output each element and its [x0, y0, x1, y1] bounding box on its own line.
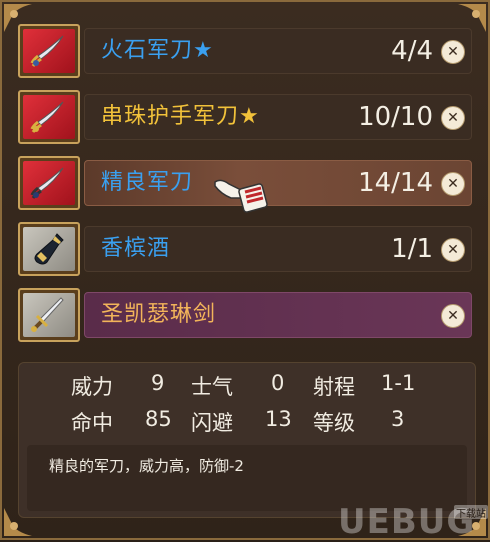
saber-icon: [23, 161, 75, 205]
range-value: 1-1: [381, 371, 416, 395]
item-row-flint-saber[interactable]: 火石军刀★ 4/4 ✕: [18, 24, 476, 78]
close-icon[interactable]: ✕: [441, 172, 465, 196]
range-label: 射程: [313, 375, 355, 399]
item-description: 精良的军刀，威力高，防御-2: [49, 457, 244, 475]
level-label: 等级: [313, 411, 355, 435]
close-icon[interactable]: ✕: [441, 304, 465, 328]
item-row-st-catherine-sword[interactable]: 圣凯瑟琳剑 ✕: [18, 288, 476, 342]
item-icon-frame: [18, 24, 80, 78]
power-label: 威力: [71, 375, 113, 399]
item-count: 14/14: [358, 168, 433, 198]
item-count: 1/1: [391, 234, 433, 264]
item-icon-frame: [18, 288, 80, 342]
item-count: 10/10: [358, 102, 433, 132]
close-icon[interactable]: ✕: [441, 238, 465, 262]
sword-icon: [23, 293, 75, 337]
item-name: 精良军刀: [101, 170, 194, 195]
item-name: 串珠护手军刀★: [101, 104, 260, 129]
level-value: 3: [391, 407, 405, 431]
hit-label: 命中: [71, 411, 113, 435]
item-stats-panel: 威力 9 士气 0 射程 1-1 命中 85 闪避 13 等级 3 精良的军刀，…: [18, 362, 476, 518]
morale-value: 0: [271, 371, 285, 395]
close-icon[interactable]: ✕: [441, 106, 465, 130]
item-name: 火石军刀★: [101, 38, 214, 63]
item-icon-frame: [18, 156, 80, 210]
hit-value: 85: [145, 407, 172, 431]
dodge-label: 闪避: [191, 411, 233, 435]
stats-row-2: 命中 85 闪避 13 等级 3: [19, 407, 477, 439]
item-name: 圣凯瑟琳剑: [101, 302, 217, 327]
item-bar: 香槟酒 1/1 ✕: [84, 226, 472, 272]
watermark-tag: 下载站: [454, 505, 488, 520]
item-name: 香槟酒: [101, 236, 171, 261]
hand-pointer-icon: [213, 172, 271, 216]
item-list-panel: 火石军刀★ 4/4 ✕ 串珠护手军刀★ 10/10 ✕ 精良军刀 14/14 ✕: [0, 0, 490, 542]
bottle-icon: [23, 227, 75, 271]
dodge-value: 13: [265, 407, 292, 431]
item-row-champagne[interactable]: 香槟酒 1/1 ✕: [18, 222, 476, 276]
item-icon-frame: [18, 90, 80, 144]
saber-icon: [23, 29, 75, 73]
stats-row-1: 威力 9 士气 0 射程 1-1: [19, 371, 477, 403]
close-icon[interactable]: ✕: [441, 40, 465, 64]
item-bar: 火石军刀★ 4/4 ✕: [84, 28, 472, 74]
morale-label: 士气: [191, 375, 233, 399]
item-count: 4/4: [391, 36, 433, 66]
item-row-beaded-saber[interactable]: 串珠护手军刀★ 10/10 ✕: [18, 90, 476, 144]
power-value: 9: [151, 371, 165, 395]
item-bar: 圣凯瑟琳剑 ✕: [84, 292, 472, 338]
item-bar-selected: 精良军刀 14/14 ✕: [84, 160, 472, 206]
item-bar: 串珠护手军刀★ 10/10 ✕: [84, 94, 472, 140]
saber-icon: [23, 95, 75, 139]
item-icon-frame: [18, 222, 80, 276]
